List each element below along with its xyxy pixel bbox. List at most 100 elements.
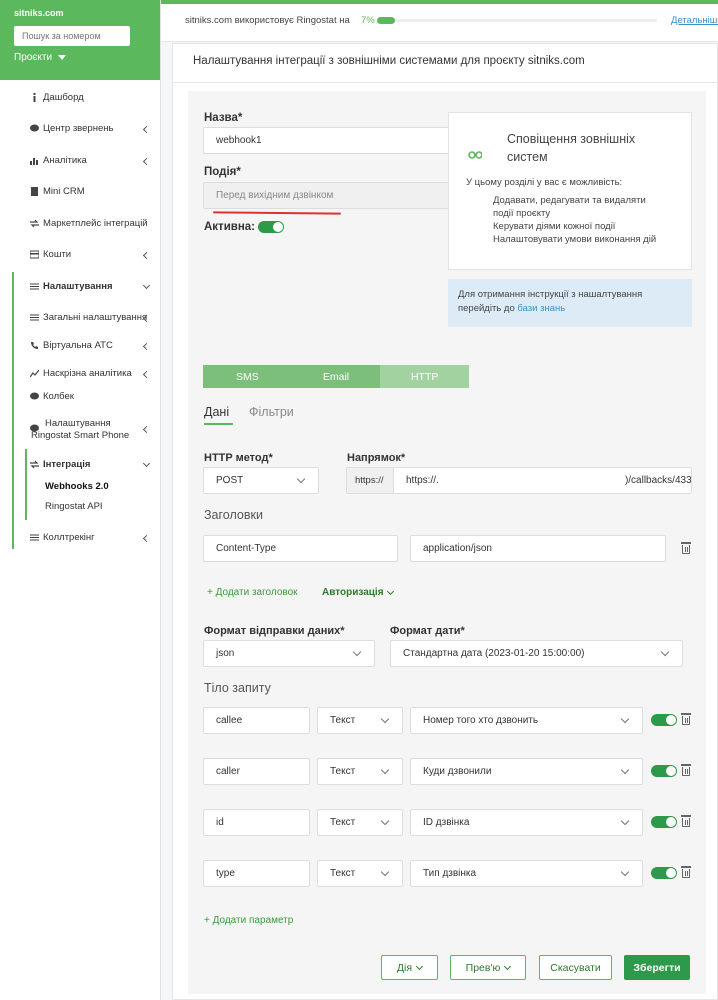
param-value-text: Номер того хто дзвонить bbox=[423, 715, 539, 726]
sidebar-item-label: Маркетплейс інтеграцій bbox=[43, 218, 148, 229]
trash-icon[interactable] bbox=[681, 542, 691, 554]
sidebar-item-integration[interactable]: Інтеграція bbox=[0, 459, 161, 470]
param-toggle[interactable] bbox=[651, 867, 677, 879]
trash-icon[interactable] bbox=[681, 815, 691, 827]
param-value-select[interactable]: ID дзвінка bbox=[410, 809, 643, 836]
sliders-icon bbox=[30, 313, 39, 322]
sidebar-item-ringostat-api[interactable]: Ringostat API bbox=[0, 501, 161, 512]
chevron-down-icon bbox=[620, 816, 630, 825]
send-format-select[interactable]: json bbox=[203, 640, 375, 667]
usage-progress-bar bbox=[377, 17, 395, 24]
chevron-down-icon bbox=[386, 587, 394, 595]
param-toggle[interactable] bbox=[651, 765, 677, 777]
param-toggle[interactable] bbox=[651, 714, 677, 726]
preview-dropdown-button[interactable]: Прев'ю bbox=[450, 955, 526, 980]
chevron-down-icon bbox=[380, 765, 390, 774]
sidebar-item-dashboard[interactable]: Дашборд bbox=[0, 92, 161, 103]
param-type-select[interactable]: Текст bbox=[317, 860, 403, 887]
chevron-down-icon bbox=[620, 714, 630, 723]
sidebar-item-settings[interactable]: Налаштування bbox=[0, 281, 161, 292]
info-title: Сповіщення зовнішніх систем bbox=[507, 132, 636, 164]
chevron-down-icon bbox=[380, 867, 390, 876]
param-type-select[interactable]: Текст bbox=[317, 707, 403, 734]
sidebar-item-end-to-end-analytics[interactable]: Наскрізна аналітика bbox=[0, 368, 161, 379]
param-type-value: Текст bbox=[330, 766, 356, 777]
sidebar-item-virtual-pbx[interactable]: Віртуальна АТС bbox=[0, 340, 161, 351]
sidebar-item-calltracking[interactable]: Коллтрекінг bbox=[0, 532, 161, 543]
projects-label: Проєкти bbox=[14, 52, 53, 63]
url-input[interactable]: https://. )/callbacks/433/telept bbox=[393, 467, 692, 494]
date-format-select[interactable]: Стандартна дата (2023-01-20 15:00:00) bbox=[390, 640, 683, 667]
subtab-data[interactable]: Дані bbox=[204, 405, 229, 419]
authorization-dropdown[interactable]: Авторизація bbox=[322, 587, 394, 598]
chevron-left-icon bbox=[142, 125, 151, 134]
sidebar-item-label: Наскрізна аналітика bbox=[43, 368, 132, 379]
phone-search-input[interactable] bbox=[14, 26, 130, 46]
name-label: Назва* bbox=[204, 112, 243, 124]
details-link[interactable]: Детальніше bbox=[671, 15, 718, 26]
param-value-select[interactable]: Тип дзвінка bbox=[410, 860, 643, 887]
chevron-left-icon bbox=[142, 534, 151, 543]
send-format-label: Формат відправки даних* bbox=[204, 625, 345, 637]
param-key-input[interactable]: caller bbox=[203, 758, 310, 785]
param-key-input[interactable]: type bbox=[203, 860, 310, 887]
tab-email[interactable]: Email bbox=[291, 365, 381, 388]
save-button[interactable]: Зберегти bbox=[624, 955, 690, 980]
http-method-select[interactable]: POST bbox=[203, 467, 319, 494]
chevron-down-icon bbox=[504, 962, 512, 970]
add-parameter-button[interactable]: + Додати параметр bbox=[204, 915, 293, 926]
header-key-input[interactable]: Content-Type bbox=[203, 535, 398, 562]
trash-icon[interactable] bbox=[681, 713, 691, 725]
sidebar-item-callback[interactable]: Колбек bbox=[0, 391, 161, 402]
sidebar-item-marketplace[interactable]: Маркетплейс інтеграцій bbox=[0, 218, 161, 229]
sidebar-item-analytics[interactable]: Аналітика bbox=[0, 155, 161, 166]
param-value-select[interactable]: Куди дзвонили bbox=[410, 758, 643, 785]
sidebar-item-call-center[interactable]: Центр звернень bbox=[0, 123, 161, 134]
page-title: Налаштування інтеграції з зовнішніми сис… bbox=[193, 55, 585, 67]
add-header-button[interactable]: + Додати заголовок bbox=[207, 587, 298, 598]
sidebar-item-label: Ringostat API bbox=[45, 501, 103, 512]
bar-chart-icon bbox=[30, 156, 39, 165]
usage-text: sitniks.com використовує Ringostat на bbox=[185, 15, 350, 26]
tab-http[interactable]: HTTP bbox=[380, 365, 470, 388]
sidebar-item-label: Кошти bbox=[43, 249, 72, 260]
sidebar-item-smart-phone[interactable]: Налаштування Ringostat Smart Phone bbox=[0, 418, 161, 442]
param-key-input[interactable]: id bbox=[203, 809, 310, 836]
event-select[interactable]: Перед вихідним дзвінком bbox=[203, 182, 489, 209]
sidebar-item-label: Центр звернень bbox=[43, 123, 114, 134]
chevron-left-icon bbox=[142, 342, 151, 351]
action-dropdown-button[interactable]: Дія bbox=[381, 955, 438, 980]
event-select-value: Перед вихідним дзвінком bbox=[216, 190, 334, 201]
param-key-input[interactable]: callee bbox=[203, 707, 310, 734]
subtab-filters[interactable]: Фільтри bbox=[249, 405, 294, 419]
info-list-item: Налаштовувати умови виконання дій bbox=[493, 234, 657, 245]
header-value-input[interactable]: application/json bbox=[410, 535, 666, 562]
sidebar-item-funds[interactable]: Кошти bbox=[0, 249, 161, 260]
param-toggle[interactable] bbox=[651, 816, 677, 828]
sidebar-item-label: Налаштування bbox=[45, 418, 111, 429]
sliders-icon bbox=[30, 282, 39, 291]
usage-percent: 7% bbox=[361, 15, 375, 26]
trash-icon[interactable] bbox=[681, 866, 691, 878]
cancel-button[interactable]: Скасувати bbox=[539, 955, 612, 980]
trash-icon[interactable] bbox=[681, 764, 691, 776]
webhook-icon bbox=[468, 151, 482, 159]
sidebar-item-label: Налаштування bbox=[43, 281, 113, 292]
chevron-down-icon bbox=[380, 714, 390, 723]
param-type-select[interactable]: Текст bbox=[317, 809, 403, 836]
tab-sms[interactable]: SMS bbox=[203, 365, 292, 388]
chevron-left-icon bbox=[142, 157, 151, 166]
sidebar-item-general-settings[interactable]: Загальні налаштування bbox=[0, 312, 161, 323]
name-input[interactable]: webhook1 bbox=[203, 127, 489, 154]
phone-icon bbox=[30, 341, 39, 350]
active-toggle[interactable] bbox=[258, 221, 284, 233]
sidebar-item-mini-crm[interactable]: Mini CRM bbox=[0, 186, 161, 197]
knowledge-base-note: Для отримання інструкції з нашалтування … bbox=[448, 279, 692, 327]
knowledge-base-link[interactable]: бази знань bbox=[517, 303, 565, 314]
param-value-select[interactable]: Номер того хто дзвонить bbox=[410, 707, 643, 734]
headers-title: Заголовки bbox=[204, 508, 263, 522]
param-type-select[interactable]: Текст bbox=[317, 758, 403, 785]
sidebar-item-webhooks[interactable]: Webhooks 2.0 bbox=[0, 481, 161, 492]
exchange-icon bbox=[30, 219, 39, 228]
projects-dropdown[interactable]: Проєкти bbox=[14, 52, 146, 63]
